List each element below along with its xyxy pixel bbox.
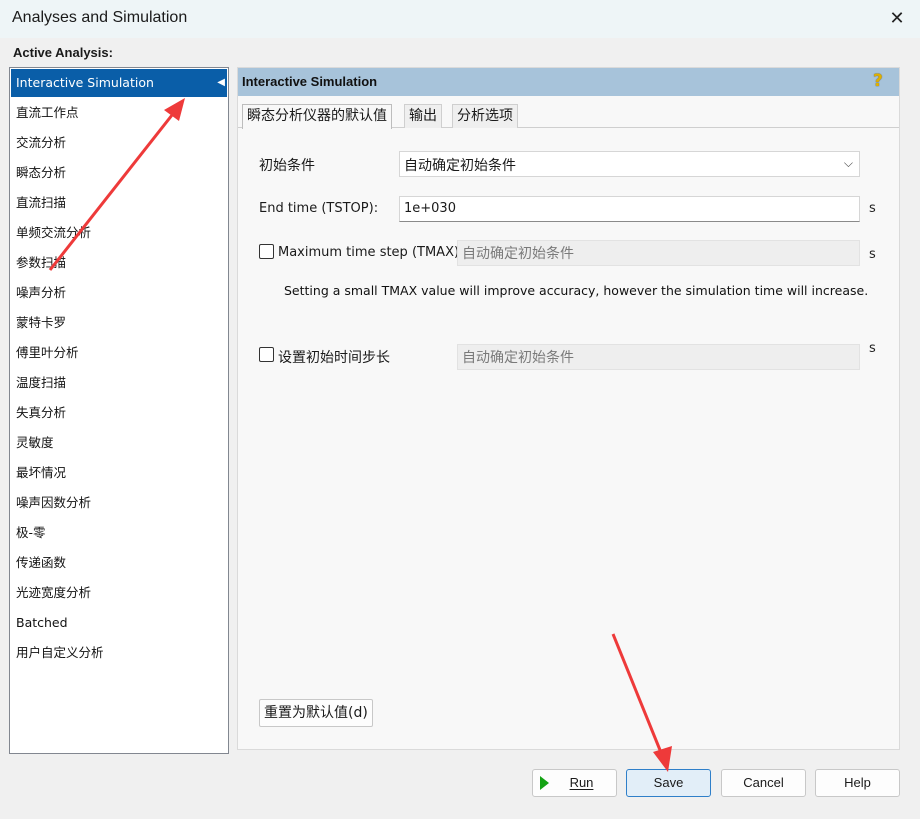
analysis-item-user-defined[interactable]: 用户自定义分析 [11, 639, 227, 667]
settings-panel: Interactive Simulation ? 瞬态分析仪器的默认值 输出 分… [237, 67, 900, 750]
end-time-input[interactable]: 1e+030 [399, 196, 860, 222]
cancel-button[interactable]: Cancel [721, 769, 806, 797]
max-time-step-unit: s [869, 247, 876, 262]
analysis-item-parameter-sweep[interactable]: 参数扫描 [11, 249, 227, 277]
analysis-item-dc-sweep[interactable]: 直流扫描 [11, 189, 227, 217]
initial-conditions-value: 自动确定初始条件 [404, 158, 516, 174]
panel-header: Interactive Simulation ? [238, 68, 899, 96]
analysis-item-interactive-simulation[interactable]: Interactive Simulation ◀ [11, 69, 227, 97]
window-title: Analyses and Simulation [12, 9, 188, 26]
max-time-step-label: Maximum time step (TMAX): [278, 245, 464, 260]
initial-time-step-unit: s [869, 341, 876, 356]
end-time-unit: s [869, 201, 876, 216]
analysis-item-fourier[interactable]: 傅里叶分析 [11, 339, 227, 367]
initial-time-step-input: 自动确定初始条件 [457, 344, 860, 370]
run-button[interactable]: Run [532, 769, 617, 797]
initial-time-step-checkbox[interactable] [259, 347, 274, 362]
analysis-item-ac-analysis[interactable]: 交流分析 [11, 129, 227, 157]
play-icon [540, 776, 549, 790]
analysis-item-transient[interactable]: 瞬态分析 [11, 159, 227, 187]
title-bar: Analyses and Simulation ✕ [0, 0, 920, 38]
chevron-down-icon: ⌵ [843, 156, 853, 170]
end-time-label: End time (TSTOP): [259, 201, 379, 216]
initial-time-step-label: 设置初始时间步长 [278, 350, 390, 366]
initial-conditions-select[interactable]: 自动确定初始条件 ⌵ [399, 151, 860, 177]
active-analysis-label: Active Analysis: [13, 45, 113, 60]
tab-output[interactable]: 输出 [404, 104, 442, 128]
analysis-item-label: Interactive Simulation [16, 75, 154, 90]
analysis-item-monte-carlo[interactable]: 蒙特卡罗 [11, 309, 227, 337]
analysis-item-distortion[interactable]: 失真分析 [11, 399, 227, 427]
help-button[interactable]: Help [815, 769, 900, 797]
initial-time-step-value: 自动确定初始条件 [462, 350, 574, 366]
tab-analysis-options[interactable]: 分析选项 [452, 104, 518, 128]
analysis-item-pole-zero[interactable]: 极-零 [11, 519, 227, 547]
analysis-item-transfer-function[interactable]: 传递函数 [11, 549, 227, 577]
max-time-step-value: 自动确定初始条件 [462, 246, 574, 262]
save-button[interactable]: Save [626, 769, 711, 797]
end-time-value: 1e+030 [404, 201, 456, 216]
tmax-info-text: Setting a small TMAX value will improve … [284, 283, 869, 298]
analysis-list[interactable]: Interactive Simulation ◀ 直流工作点 交流分析 瞬态分析… [9, 67, 229, 754]
analysis-item-single-freq-ac[interactable]: 单频交流分析 [11, 219, 227, 247]
run-label: Run [569, 775, 594, 790]
close-icon[interactable]: ✕ [886, 8, 908, 30]
analysis-item-batched[interactable]: Batched [11, 609, 227, 637]
analysis-item-temperature-sweep[interactable]: 温度扫描 [11, 369, 227, 397]
max-time-step-input: 自动确定初始条件 [457, 240, 860, 266]
analysis-item-dc-operating-point[interactable]: 直流工作点 [11, 99, 227, 127]
caret-left-icon: ◀ [217, 77, 225, 88]
tab-transient-defaults[interactable]: 瞬态分析仪器的默认值 [242, 104, 392, 129]
initial-conditions-label: 初始条件 [259, 158, 315, 174]
analysis-item-noise[interactable]: 噪声分析 [11, 279, 227, 307]
analysis-item-trace-width[interactable]: 光迹宽度分析 [11, 579, 227, 607]
reset-defaults-button[interactable]: 重置为默认值(d) [259, 699, 373, 727]
max-time-step-checkbox[interactable] [259, 244, 274, 259]
analysis-item-worst-case[interactable]: 最坏情况 [11, 459, 227, 487]
analysis-item-sensitivity[interactable]: 灵敏度 [11, 429, 227, 457]
analysis-item-noise-figure[interactable]: 噪声因数分析 [11, 489, 227, 517]
help-icon[interactable]: ? [873, 71, 889, 91]
panel-title: Interactive Simulation [242, 74, 378, 89]
